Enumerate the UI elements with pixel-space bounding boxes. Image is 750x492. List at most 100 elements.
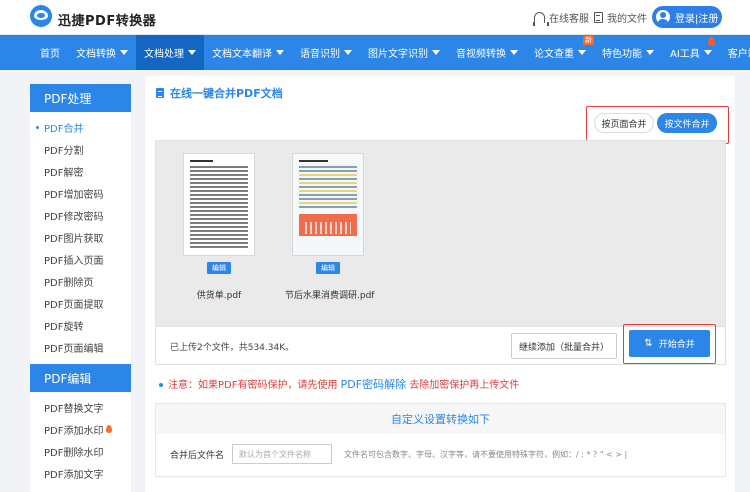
nav-item[interactable]: 语音识别	[292, 35, 360, 70]
chevron-down-icon	[432, 50, 440, 55]
sidebar-group-pdf-editing: PDF编辑	[30, 364, 131, 392]
sidebar-item[interactable]: PDF页面编辑	[30, 336, 131, 358]
merge-by-file-button[interactable]: 按文件合并	[657, 113, 717, 133]
sidebar-item-label: PDF删除页	[44, 277, 94, 289]
sidebar-item-label: PDF插入页面	[44, 255, 104, 267]
sidebar-item[interactable]: PDF解密	[30, 160, 131, 182]
login-label: 登录|注册	[675, 13, 719, 25]
nav-item-label: 音视频转换	[456, 49, 506, 60]
nav-item[interactable]: 论文查重新	[526, 35, 594, 70]
file-card[interactable]: 编辑 供货单.pdf	[176, 153, 262, 305]
main-nav: 首页 文档转换 文档处理 文档文本翻译 语音识别 图片文字识别 音视频转换 论文查重新特色功能…	[0, 35, 750, 70]
new-badge: 新	[583, 36, 594, 45]
sidebar-group-pdf-processing: PDF处理	[30, 84, 131, 112]
filename-label: 合并后文件名	[170, 450, 225, 461]
customer-service-link[interactable]: 在线客服	[533, 10, 589, 26]
sidebar-item[interactable]: PDF增加密码	[30, 182, 131, 204]
nav-item[interactable]: 图片文字识别	[360, 35, 448, 70]
sidebar-item[interactable]: PDF插入页面	[30, 248, 131, 270]
swap-icon: ⇅	[644, 338, 653, 349]
login-button[interactable]: 登录|注册	[652, 6, 722, 28]
edit-button[interactable]: 编辑	[207, 262, 231, 274]
page-title-text: 在线一键合并PDF文档	[170, 87, 283, 100]
my-files-label: 我的文件	[607, 14, 647, 25]
chevron-down-icon	[120, 50, 128, 55]
nav-item-label: 客户端	[727, 49, 750, 60]
sidebar-item-label: PDF图片获取	[44, 233, 104, 245]
nav-item[interactable]: 特色功能	[594, 35, 662, 70]
sidebar-item-label: PDF添加文字	[44, 469, 104, 481]
nav-item-label: 文档文本翻译	[212, 49, 272, 60]
logo-icon[interactable]	[30, 5, 52, 27]
sidebar-item-label: PDF分割	[44, 145, 84, 157]
sidebar: PDF处理 PDF合并 PDF分割 PDF解密 PDF增加密码 PDF修改密码 PDF图片…	[30, 84, 131, 492]
start-merge-button[interactable]: ⇅ 开始合并	[629, 330, 710, 357]
start-merge-label: 开始合并	[658, 340, 695, 350]
settings-panel: 自定义设置转换如下 合并后文件名 默认为首个文件名称 文件名可包含数字、字母、汉…	[155, 403, 726, 477]
sidebar-item-label: PDF删除水印	[44, 447, 104, 459]
nav-item[interactable]: 首页	[32, 35, 68, 70]
file-card[interactable]: 编辑 节后水果消费调研.pdf	[285, 153, 375, 305]
edit-button[interactable]: 编辑	[316, 262, 340, 274]
add-more-files-button[interactable]: 继续添加（批量合并）	[511, 333, 617, 359]
customer-service-label: 在线客服	[549, 14, 589, 25]
nav-item-label: 图片文字识别	[368, 49, 428, 60]
nav-item[interactable]: AI工具	[662, 35, 720, 70]
sidebar-item[interactable]: PDF删除水印	[30, 440, 131, 462]
document-icon	[156, 88, 164, 98]
file-thumbnail[interactable]	[183, 153, 255, 256]
main-panel: 在线一键合并PDF文档 按页面合并 按文件合并 编辑 供货单.pdf 编辑 节后…	[145, 76, 735, 492]
nav-item-label: 文档处理	[144, 49, 184, 60]
chevron-down-icon	[344, 50, 352, 55]
chevron-down-icon	[578, 50, 586, 55]
sidebar-item-label: PDF修改密码	[44, 211, 104, 223]
chevron-down-icon	[646, 50, 654, 55]
notice-prefix: 注意：如果PDF有密码保护，请先使用	[168, 380, 338, 391]
chevron-down-icon	[188, 50, 196, 55]
filename-input[interactable]: 默认为首个文件名称	[232, 444, 333, 464]
nav-item[interactable]: 文档转换	[68, 35, 136, 70]
sidebar-item[interactable]: PDF添加水印	[30, 418, 131, 440]
sidebar-item-label: PDF页面提取	[44, 299, 104, 311]
chevron-down-icon	[510, 50, 518, 55]
file-name: 节后水果消费调研.pdf	[285, 291, 375, 301]
user-icon	[656, 10, 670, 24]
nav-item-label: AI工具	[670, 49, 700, 60]
sidebar-item[interactable]: PDF分割	[30, 138, 131, 160]
file-thumbnail[interactable]	[292, 153, 364, 256]
pdf-password-remove-link[interactable]: PDF密码解除	[341, 378, 406, 391]
chevron-down-icon	[276, 50, 284, 55]
sidebar-item[interactable]: PDF添加文字	[30, 462, 131, 484]
nav-item[interactable]: 文档处理	[136, 35, 204, 70]
bullet-icon	[159, 383, 163, 387]
sidebar-item[interactable]: PDF删除页	[30, 270, 131, 292]
sidebar-item[interactable]: PDF页面提取	[30, 292, 131, 314]
upload-area[interactable]: 编辑 供货单.pdf 编辑 节后水果消费调研.pdf	[155, 140, 726, 327]
sidebar-item-label: PDF页面编辑	[44, 343, 104, 355]
sidebar-item[interactable]: PDF图片获取	[30, 226, 131, 248]
filename-hint: 文件名可包含数字、字母、汉字等，请不要使用特殊字符，例如：/ : * ? " <…	[344, 449, 628, 459]
sidebar-item-label: PDF解密	[44, 167, 84, 179]
nav-item-label: 首页	[40, 49, 60, 60]
fire-icon	[707, 37, 715, 46]
my-files-link[interactable]: 我的文件	[594, 10, 647, 25]
sidebar-item[interactable]: PDF替换文字	[30, 396, 131, 418]
sidebar-item[interactable]: PDF修改密码	[30, 204, 131, 226]
nav-item[interactable]: 音视频转换	[448, 35, 526, 70]
merge-button-frame: ⇅ 开始合并	[623, 324, 716, 364]
nav-item-label: 特色功能	[602, 49, 642, 60]
chevron-down-icon	[703, 50, 712, 55]
brand-name[interactable]: 迅捷PDF转换器	[58, 10, 156, 29]
merge-by-page-button[interactable]: 按页面合并	[594, 113, 654, 133]
top-header: 迅捷PDF转换器 在线客服 我的文件 登录|注册	[0, 0, 750, 35]
sidebar-item-label: PDF添加水印	[44, 425, 104, 437]
settings-title: 自定义设置转换如下	[156, 404, 725, 434]
file-name: 供货单.pdf	[196, 291, 242, 301]
nav-item[interactable]: 文档文本翻译	[204, 35, 292, 70]
sidebar-item[interactable]: PDF旋转	[30, 314, 131, 336]
sidebar-item-label: PDF旋转	[44, 321, 84, 333]
nav-item[interactable]: 客户端	[720, 35, 750, 70]
filename-row: 合并后文件名 默认为首个文件名称 文件名可包含数字、字母、汉字等，请不要使用特殊…	[170, 444, 627, 464]
sidebar-item[interactable]: PDF合并	[30, 116, 131, 138]
upload-info-text: 已上传2个文件，共534.34K。	[170, 343, 295, 353]
